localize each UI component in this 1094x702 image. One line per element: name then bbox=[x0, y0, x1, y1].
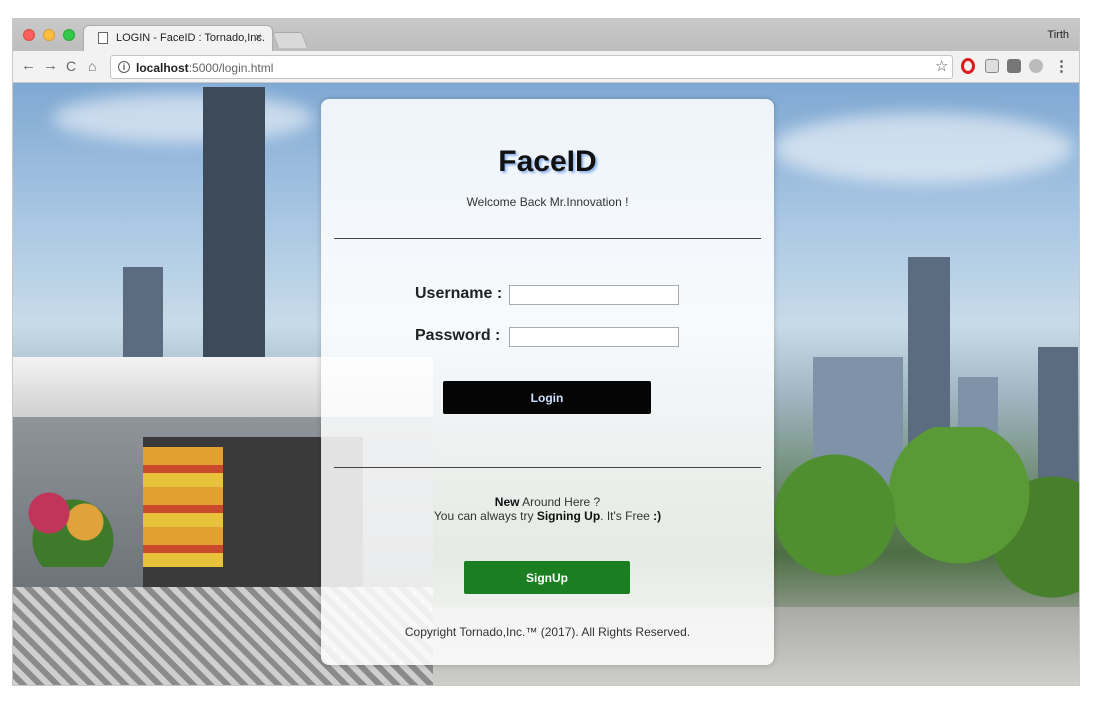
divider bbox=[334, 238, 761, 239]
password-input[interactable] bbox=[509, 327, 679, 347]
stand-snacks bbox=[143, 447, 223, 567]
welcome-text: Welcome Back Mr.Innovation ! bbox=[466, 195, 629, 209]
password-label: Password : bbox=[415, 327, 501, 344]
page-icon bbox=[98, 32, 108, 44]
username-label: Username : bbox=[415, 285, 503, 302]
forward-icon[interactable]: → bbox=[43, 58, 58, 74]
login-card: FaceID Welcome Back Mr.Innovation ! User… bbox=[321, 99, 774, 665]
page-background: FaceID Welcome Back Mr.Innovation ! User… bbox=[13, 83, 1079, 685]
profile-name[interactable]: Tirth bbox=[1047, 29, 1069, 41]
extension-icon[interactable] bbox=[1007, 59, 1021, 73]
username-input[interactable] bbox=[509, 285, 679, 305]
new-tab-button[interactable] bbox=[272, 32, 308, 48]
url-host: localhost bbox=[136, 61, 189, 75]
flower-basket bbox=[13, 477, 133, 567]
try-prefix: You can always try bbox=[433, 509, 537, 523]
minimize-window-button[interactable] bbox=[43, 29, 55, 41]
divider bbox=[334, 467, 761, 468]
try-mid: . It's Free bbox=[600, 509, 654, 523]
reload-icon[interactable]: C bbox=[66, 58, 76, 74]
browser-toolbar: ← → C ⌂ i localhost:5000/login.html ☆ ⋮ bbox=[13, 51, 1079, 83]
back-icon[interactable]: ← bbox=[21, 58, 36, 74]
info-icon[interactable]: i bbox=[118, 61, 130, 73]
new-rest: Around Here ? bbox=[519, 495, 601, 509]
brand-title: FaceID bbox=[498, 145, 597, 178]
maximize-window-button[interactable] bbox=[63, 29, 75, 41]
cloud bbox=[53, 93, 313, 143]
menu-icon[interactable]: ⋮ bbox=[1054, 57, 1069, 75]
new-user-text: New Around Here ? bbox=[321, 495, 774, 509]
address-bar[interactable]: i localhost:5000/login.html bbox=[110, 55, 953, 79]
tab-strip: LOGIN - FaceID : Tornado,Inc. × Tirth bbox=[13, 19, 1079, 51]
close-window-button[interactable] bbox=[23, 29, 35, 41]
browser-window: LOGIN - FaceID : Tornado,Inc. × Tirth ← … bbox=[12, 18, 1080, 686]
url-text[interactable]: localhost:5000/login.html bbox=[136, 61, 273, 75]
smile-text: :) bbox=[653, 509, 662, 523]
active-tab[interactable]: LOGIN - FaceID : Tornado,Inc. × bbox=[83, 25, 273, 51]
extension-icon[interactable] bbox=[985, 59, 999, 73]
tab-title: LOGIN - FaceID : Tornado,Inc. bbox=[116, 32, 265, 44]
signup-button[interactable]: SignUp bbox=[464, 561, 630, 594]
close-tab-icon[interactable]: × bbox=[255, 30, 262, 44]
home-icon[interactable]: ⌂ bbox=[88, 58, 96, 74]
copyright-text: Copyright Tornado,Inc.™ (2017). All Righ… bbox=[404, 625, 691, 639]
cloud bbox=[773, 113, 1073, 183]
signing-up-text: Signing Up bbox=[536, 509, 601, 523]
url-path: :5000/login.html bbox=[188, 61, 274, 75]
login-button[interactable]: Login bbox=[443, 381, 651, 414]
signup-hint: You can always try Signing Up. It's Free… bbox=[321, 509, 774, 523]
extension-icon[interactable] bbox=[1029, 59, 1043, 73]
opera-extension-icon[interactable] bbox=[961, 58, 975, 74]
new-word: New bbox=[494, 495, 520, 509]
bookmark-star-icon[interactable]: ☆ bbox=[935, 57, 949, 75]
